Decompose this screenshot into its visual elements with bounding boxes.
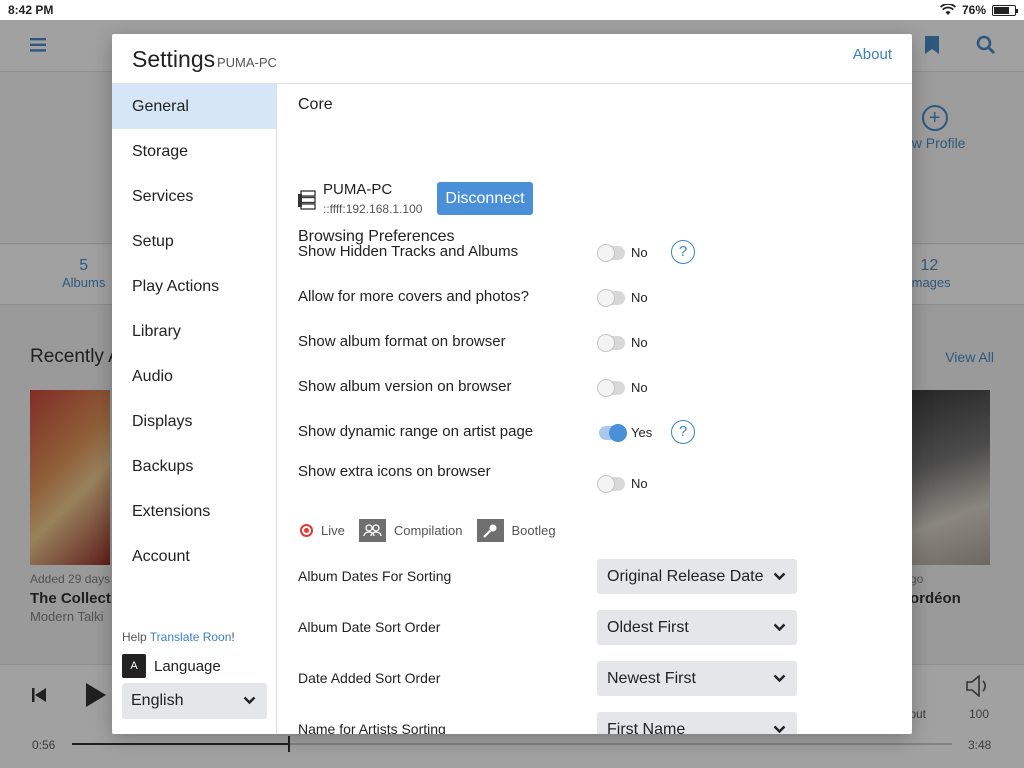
- setting-label: Allow for more covers and photos?: [298, 288, 529, 305]
- chevron-down-icon: [243, 683, 256, 705]
- setting-label: Date Added Sort Order: [298, 670, 441, 686]
- toggle-state-label: No: [631, 245, 648, 260]
- chevron-down-icon: [773, 712, 786, 734]
- setting-label: Album Dates For Sorting: [298, 568, 452, 584]
- toggle-state-label: No: [631, 335, 648, 350]
- toggle-state-label: No: [631, 380, 648, 395]
- nav-item-setup[interactable]: Setup: [112, 219, 276, 264]
- core-name: PUMA-PC: [323, 181, 393, 198]
- nav-item-general[interactable]: General: [112, 84, 276, 129]
- chevron-down-icon: [773, 661, 786, 683]
- setting-dropdown[interactable]: Oldest First: [597, 610, 797, 645]
- nav-item-displays[interactable]: Displays: [112, 399, 276, 444]
- language-icon: A: [122, 654, 146, 678]
- setting-dropdown[interactable]: Original Release Date: [597, 559, 797, 594]
- setting-label: Show dynamic range on artist page: [298, 423, 534, 440]
- live-dot-icon: [300, 524, 313, 537]
- setting-label: Show Hidden Tracks and Albums: [298, 243, 519, 260]
- translate-roon-link[interactable]: Translate Roon: [150, 630, 232, 644]
- language-value: English: [131, 692, 184, 709]
- nav-item-audio[interactable]: Audio: [112, 354, 276, 399]
- settings-core-name: PUMA-PC: [217, 55, 277, 70]
- dropdown-value: Newest First: [607, 670, 696, 687]
- wifi-icon: [939, 4, 956, 15]
- setting-dropdown[interactable]: First Name: [597, 712, 797, 734]
- chevron-down-icon: [773, 559, 786, 581]
- core-ip-address: ::ffff:192.168.1.100: [323, 202, 423, 216]
- help-icon[interactable]: ?: [671, 420, 695, 444]
- toggle-knob: [597, 289, 615, 307]
- dropdown-value: First Name: [607, 721, 686, 734]
- nav-item-services[interactable]: Services: [112, 174, 276, 219]
- setting-toggle[interactable]: [597, 334, 625, 352]
- setting-label: Album Date Sort Order: [298, 619, 441, 635]
- server-icon: [298, 190, 316, 210]
- setting-dropdown[interactable]: Newest First: [597, 661, 797, 696]
- toggle-knob: [597, 334, 615, 352]
- about-link[interactable]: About: [853, 46, 892, 63]
- bootleg-label: Bootleg: [511, 523, 556, 538]
- toggle-state-label: Yes: [631, 425, 653, 440]
- help-text: Help: [122, 630, 150, 644]
- setting-label: Name for Artists Sorting: [298, 721, 446, 734]
- status-bar: 8:42 PM 76%: [0, 0, 1024, 20]
- nav-item-account[interactable]: Account: [112, 534, 276, 579]
- setting-label: Show extra icons on browser: [298, 463, 491, 480]
- status-time: 8:42 PM: [8, 3, 54, 17]
- nav-item-extensions[interactable]: Extensions: [112, 489, 276, 534]
- toggle-knob: [597, 244, 615, 262]
- toggle-knob: [597, 379, 615, 397]
- setting-toggle[interactable]: [599, 424, 627, 442]
- settings-nav: General Storage Services Setup Play Actions L…: [112, 84, 277, 734]
- nav-item-backups[interactable]: Backups: [112, 444, 276, 489]
- battery-icon: [992, 4, 1018, 16]
- core-heading: Core: [298, 96, 333, 113]
- setting-toggle[interactable]: [597, 475, 625, 493]
- compilation-icon: [358, 519, 386, 542]
- disconnect-button[interactable]: Disconnect: [437, 182, 533, 215]
- nav-item-library[interactable]: Library: [112, 309, 276, 354]
- setting-toggle[interactable]: [597, 289, 625, 307]
- language-select[interactable]: English: [122, 683, 267, 719]
- help-suffix: !: [231, 630, 235, 644]
- toggle-state-label: No: [631, 476, 648, 491]
- settings-header: Settings PUMA-PC About: [112, 34, 912, 84]
- setting-toggle[interactable]: [597, 379, 625, 397]
- language-label: Language: [154, 657, 221, 675]
- language-row: A Language: [122, 654, 221, 678]
- toggle-knob: [609, 424, 627, 442]
- live-label: Live: [321, 523, 345, 538]
- toggle-knob: [597, 475, 615, 493]
- dropdown-value: Oldest First: [607, 619, 689, 636]
- settings-content: Core PUMA-PC ::ffff:192.168.1.100 Discon…: [277, 84, 912, 734]
- battery-percent: 76%: [961, 3, 986, 17]
- help-translate-line: Help Translate Roon!: [122, 630, 235, 644]
- dropdown-value: Original Release Date: [607, 568, 764, 585]
- settings-dialog: Settings PUMA-PC About General Storage Ser…: [112, 34, 912, 734]
- help-icon[interactable]: ?: [671, 240, 695, 264]
- extra-icons-legend: Live Compilation Bootleg: [300, 519, 556, 542]
- compilation-label: Compilation: [393, 523, 463, 538]
- nav-item-play-actions[interactable]: Play Actions: [112, 264, 276, 309]
- microphone-icon: [476, 519, 504, 542]
- toggle-state-label: No: [631, 290, 648, 305]
- settings-title: Settings: [132, 46, 216, 72]
- chevron-down-icon: [773, 610, 786, 632]
- setting-label: Show album format on browser: [298, 333, 506, 350]
- nav-item-storage[interactable]: Storage: [112, 129, 276, 174]
- setting-toggle[interactable]: [597, 244, 625, 262]
- setting-label: Show album version on browser: [298, 378, 512, 395]
